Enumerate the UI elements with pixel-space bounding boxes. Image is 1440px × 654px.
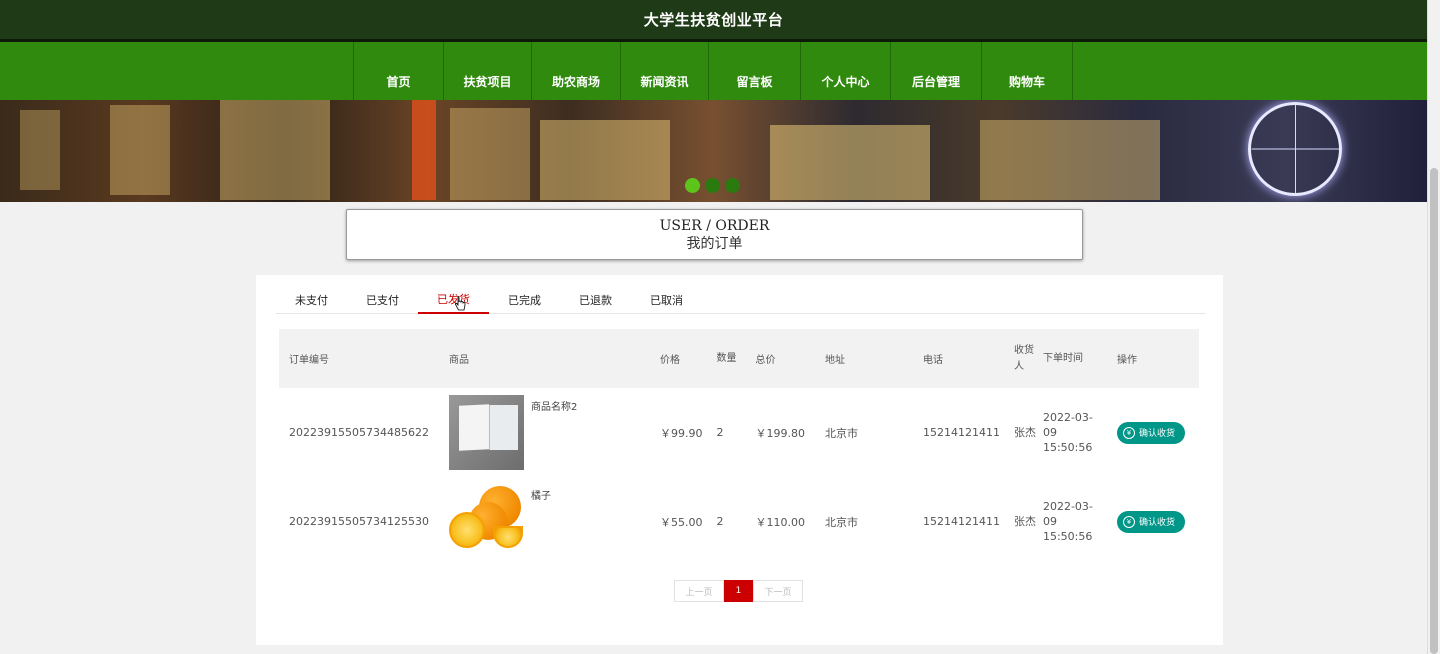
- phone: 15214121411: [922, 515, 1000, 528]
- next-page-button[interactable]: 下一页: [753, 580, 803, 602]
- banner-building: [220, 100, 330, 200]
- action-cell: ¥ 确认收货: [1107, 388, 1199, 477]
- order-panel: 未支付 已支付 已发货 已完成 已退款 已取消 订单编号 商品 价格 数量 总价…: [256, 275, 1223, 645]
- pagination: 上一页 1 下一页: [674, 580, 803, 602]
- quantity: 2: [716, 425, 724, 439]
- product-cell: 商品名称2: [439, 388, 650, 477]
- product-name[interactable]: 商品名称2: [531, 398, 577, 413]
- confirm-receipt-button[interactable]: ¥ 确认收货: [1116, 510, 1185, 533]
- tab-completed[interactable]: 已完成: [489, 285, 560, 314]
- carousel-dot[interactable]: [725, 178, 740, 193]
- receiver: 张杰: [1013, 514, 1036, 528]
- tab-refunded[interactable]: 已退款: [560, 285, 631, 314]
- order-status-tabs: 未支付 已支付 已发货 已完成 已退款 已取消: [276, 285, 1206, 314]
- nav-item-messages[interactable]: 留言板: [709, 42, 801, 100]
- banner-building: [540, 120, 670, 200]
- address: 北京市: [824, 515, 858, 529]
- page-heading-en: USER / ORDER: [659, 218, 770, 234]
- nav-item-mall[interactable]: 助农商场: [532, 42, 621, 100]
- table-header-row: 订单编号 商品 价格 数量 总价 地址 电话 收货人 下单时间 操作: [279, 329, 1199, 388]
- receiver: 张杰: [1013, 425, 1036, 439]
- page-heading-cn: 我的订单: [686, 236, 743, 252]
- confirm-receipt-label: 确认收货: [1138, 429, 1175, 439]
- tab-paid[interactable]: 已支付: [347, 285, 418, 314]
- yen-icon: ¥: [1122, 426, 1135, 439]
- banner-carousel: [0, 100, 1427, 202]
- col-total: 总价: [755, 355, 776, 366]
- order-time: 2022-03-09 15:50:56: [1042, 411, 1093, 454]
- phone: 15214121411: [922, 426, 1000, 439]
- confirm-receipt-button[interactable]: ¥ 确认收货: [1116, 421, 1185, 444]
- col-receiver: 收货人: [1013, 344, 1034, 372]
- nav-item-projects[interactable]: 扶贫项目: [444, 42, 532, 100]
- nav-item-cart[interactable]: 购物车: [982, 42, 1073, 100]
- col-product: 商品: [448, 355, 469, 366]
- carousel-dot[interactable]: [685, 178, 700, 193]
- ferris-wheel: [1248, 102, 1342, 196]
- order-no: 20223915505734485622: [289, 426, 429, 439]
- orders-table: 订单编号 商品 价格 数量 总价 地址 电话 收货人 下单时间 操作 20223…: [279, 329, 1199, 566]
- col-price: 价格: [659, 355, 680, 366]
- banner-building: [110, 105, 170, 195]
- confirm-receipt-label: 确认收货: [1138, 518, 1175, 528]
- banner-city-lights: [980, 120, 1160, 200]
- action-cell: ¥ 确认收货: [1107, 477, 1199, 566]
- tab-cancelled[interactable]: 已取消: [631, 285, 702, 314]
- book-image[interactable]: [448, 395, 524, 470]
- product-cell: 橘子: [439, 477, 650, 566]
- nav-item-admin[interactable]: 后台管理: [891, 42, 982, 100]
- col-qty: 数量: [716, 352, 737, 364]
- prev-page-button[interactable]: 上一页: [674, 580, 724, 602]
- carousel-dots: [685, 178, 740, 193]
- hand-cursor-icon: [454, 296, 466, 311]
- banner-building: [20, 110, 60, 190]
- total: ￥110.00: [755, 515, 805, 529]
- price: ￥55.00: [659, 515, 703, 529]
- col-phone: 电话: [922, 355, 943, 366]
- total: ￥199.80: [755, 426, 805, 440]
- col-action: 操作: [1116, 355, 1137, 366]
- yen-icon: ¥: [1122, 515, 1135, 528]
- carousel-dot[interactable]: [705, 178, 720, 193]
- current-page[interactable]: 1: [724, 580, 753, 602]
- col-order-no: 订单编号: [289, 355, 329, 366]
- page-scrollbar[interactable]: [1427, 0, 1440, 654]
- nav-item-news[interactable]: 新闻资讯: [621, 42, 709, 100]
- price: ￥99.90: [659, 426, 703, 440]
- site-header: 大学生扶贫创业平台: [0, 0, 1427, 42]
- banner-light: [412, 100, 436, 200]
- tab-unpaid[interactable]: 未支付: [276, 285, 347, 314]
- site-title: 大学生扶贫创业平台: [643, 11, 784, 29]
- scrollbar-thumb[interactable]: [1430, 168, 1438, 654]
- col-address: 地址: [824, 355, 845, 366]
- product-name[interactable]: 橘子: [531, 487, 551, 502]
- quantity: 2: [716, 514, 724, 528]
- table-row: 20223915505734125530 橘子 ￥55.00 2 ￥110.00…: [279, 477, 1199, 566]
- main-nav: 首页 扶贫项目 助农商场 新闻资讯 留言板 个人中心 后台管理 购物车: [0, 42, 1427, 100]
- page-heading: USER / ORDER 我的订单: [346, 209, 1083, 260]
- banner-city-lights: [770, 125, 930, 200]
- order-no: 20223915505734125530: [289, 515, 429, 528]
- banner-building: [450, 108, 530, 200]
- nav-item-home[interactable]: 首页: [354, 42, 444, 100]
- order-time: 2022-03-09 15:50:56: [1042, 500, 1093, 543]
- address: 北京市: [824, 426, 858, 440]
- orange-image[interactable]: [448, 484, 524, 559]
- col-time: 下单时间: [1042, 352, 1083, 364]
- nav-item-profile[interactable]: 个人中心: [801, 42, 891, 100]
- table-row: 20223915505734485622 商品名称2 ￥99.90 2 ￥199…: [279, 388, 1199, 477]
